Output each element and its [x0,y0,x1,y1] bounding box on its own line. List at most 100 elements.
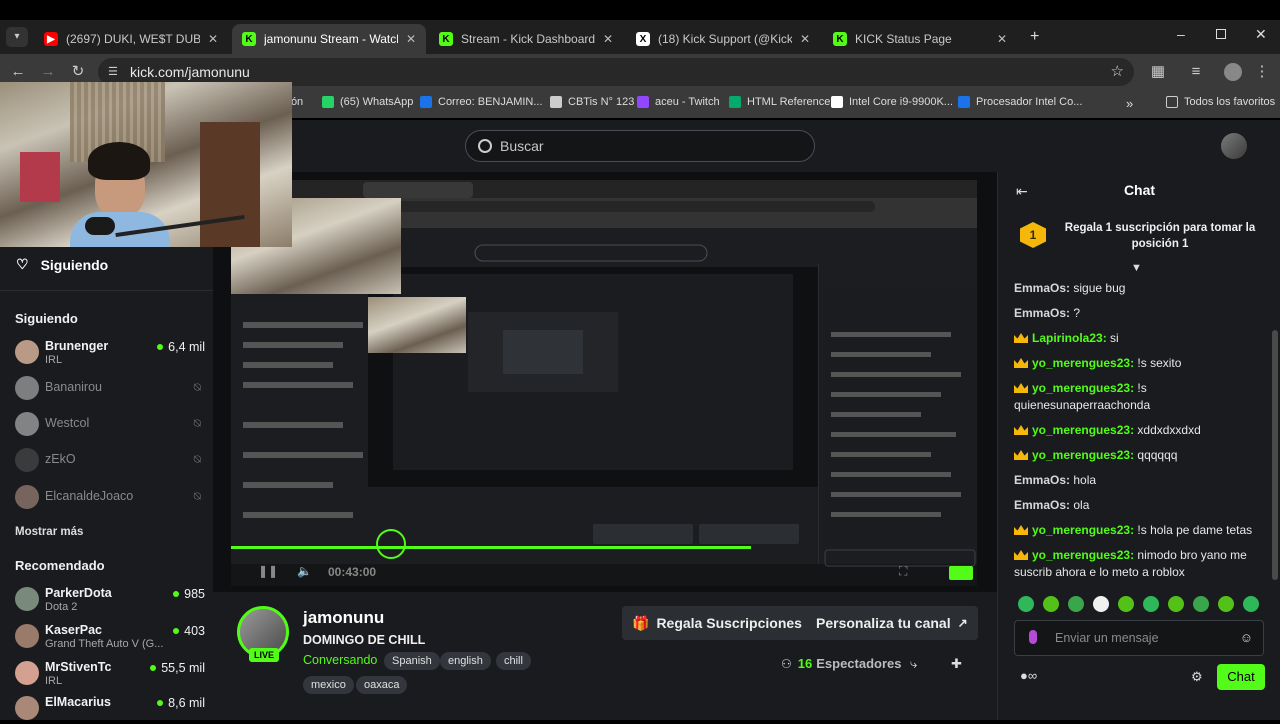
bookmark-star-icon[interactable]: ☆ [1111,62,1124,80]
video-player[interactable]: 00:43:00 ❚❚ 🔈 ⛶ [213,172,997,592]
sidebar-channel[interactable]: ElMacarius 8,6 mil [15,692,205,724]
chat-username[interactable]: yo_merengues23 [1032,381,1130,395]
emote-icon[interactable] [1143,596,1159,612]
points-icon[interactable]: ●∞ [1020,668,1037,683]
sidebar-channel[interactable]: Westcol ⍉ [15,408,205,440]
bookmark-item[interactable]: HTML Reference [729,96,830,108]
bookmark-item[interactable]: Correo: BENJAMIN... [420,96,543,108]
sidebar-channel[interactable]: Brunenger IRL 6,4 mil [15,336,205,368]
sidebar-channel[interactable]: Bananirou ⍉ [15,372,205,404]
chat-message[interactable]: EmmaOs: sigue bug [1014,280,1264,297]
tag-mexico[interactable]: mexico [303,676,354,694]
forward-icon[interactable]: → [38,62,58,82]
browser-tab[interactable]: ▶ (2697) DUKI, WE$T DUBAI ✕ [34,24,228,54]
close-tab-icon[interactable]: ✕ [603,32,613,46]
sidebar-channel[interactable]: KaserPac Grand Theft Auto V (G... 403 [15,620,205,652]
sidebar-channel[interactable]: ElcanaldeJoaco ⍉ [15,481,205,513]
emote-icon[interactable] [1193,596,1209,612]
pinned-expand-icon[interactable]: ▼ [1131,262,1142,274]
browser-tab[interactable]: Kjamonunu Stream - Watch Live ✕ [232,24,426,54]
chat-message[interactable]: yo_merengues23: xddxdxxdxd [1014,422,1264,439]
customize-channel-button[interactable]: Personaliza tu canal ↗ [806,606,978,640]
close-tab-icon[interactable]: ✕ [208,32,218,46]
emote-icon[interactable] [1243,596,1259,612]
media-icon[interactable]: ≡ [1186,62,1206,82]
chat-username[interactable]: yo_merengues23 [1032,523,1130,537]
browser-tab[interactable]: K Stream - Kick Dashboard ✕ [429,24,623,54]
reload-icon[interactable]: ↻ [68,62,88,82]
close-tab-icon[interactable]: ✕ [997,32,1007,46]
close-tab-icon[interactable]: ✕ [406,32,416,46]
all-favorites[interactable]: Todos los favoritos [1166,96,1275,108]
tab-search-icon[interactable]: ▾ [6,27,28,47]
browser-tab[interactable]: X (18) Kick Support (@KickSuppo ✕ [626,24,820,54]
emote-icon[interactable] [1093,596,1109,612]
sidebar-channel[interactable]: zEkO ⍉ [15,444,205,476]
chat-message[interactable]: yo_merengues23: !s sexito [1014,355,1264,372]
chat-username[interactable]: yo_merengues23 [1032,356,1130,370]
chat-username[interactable]: yo_merengues23 [1032,448,1130,462]
chat-message[interactable]: EmmaOs: hola [1014,472,1264,489]
chat-username[interactable]: yo_merengues23 [1032,548,1130,562]
emote-icon[interactable] [1218,596,1234,612]
chat-username[interactable]: EmmaOs [1014,306,1066,320]
microphone-icon[interactable] [1029,630,1037,644]
back-icon[interactable]: ← [8,62,28,82]
channel-name[interactable]: jamonunu [303,608,384,628]
bookmarks-overflow-icon[interactable]: » [1126,96,1133,111]
gift-prompt[interactable]: Regala 1 suscripción para tomar la posic… [1060,220,1260,252]
bookmark-item[interactable]: aceu - Twitch [637,96,720,108]
following-nav[interactable]: ♡ Siguiendo [16,256,108,273]
new-tab-icon[interactable]: + [1030,28,1039,46]
chat-send-button[interactable]: Chat [1217,664,1265,690]
minimize-icon[interactable]: – [1177,26,1185,42]
sidebar-channel[interactable]: ParkerDota Dota 2 985 [15,583,205,615]
chat-message[interactable]: EmmaOs: ? [1014,305,1264,322]
follow-icon[interactable]: ✚ [951,656,962,672]
show-more-link[interactable]: Mostrar más [15,526,83,538]
emoji-icon[interactable]: ☺ [1240,630,1253,645]
chat-message[interactable]: yo_merengues23: !s hola pe dame tetas [1014,522,1264,539]
browser-tab[interactable]: K KICK Status Page ✕ [823,24,1017,54]
stream-category[interactable]: Conversando [303,653,377,667]
chat-settings-icon[interactable]: ⚙ [1191,669,1203,685]
chat-message[interactable]: EmmaOs: ola [1014,497,1264,514]
chat-username[interactable]: Lapirinola23 [1032,331,1103,345]
volume-icon[interactable]: 🔈 [297,564,312,578]
profile-avatar-icon[interactable] [1224,63,1242,81]
emote-icon[interactable] [1118,596,1134,612]
restore-icon[interactable] [1216,29,1226,39]
chat-message[interactable]: Lapirinola23: si [1014,330,1264,347]
page-scrollbar[interactable] [1272,330,1278,580]
close-window-icon[interactable]: ✕ [1255,26,1267,43]
chat-message-input[interactable]: Enviar un mensaje ☺ [1014,620,1264,656]
chat-username[interactable]: EmmaOs [1014,281,1066,295]
emote-icon[interactable] [1068,596,1084,612]
sidebar-channel[interactable]: MrStivenTc IRL 55,5 mil [15,657,205,689]
tag-oaxaca[interactable]: oaxaca [356,676,408,694]
chat-message[interactable]: yo_merengues23: nimodo bro yano me suscr… [1014,547,1264,581]
tag-english[interactable]: english [440,652,491,670]
extensions-icon[interactable]: ▦ [1148,62,1168,82]
emote-icon[interactable] [1043,596,1059,612]
emote-icon[interactable] [1168,596,1184,612]
site-info-icon[interactable]: ☰ [108,65,118,78]
bookmark-item[interactable]: Intel Core i9-9900K... [831,96,953,108]
user-avatar[interactable] [1221,133,1247,159]
fullscreen-icon[interactable]: ⛶ [899,564,907,579]
bookmark-item[interactable]: (65) WhatsApp [322,96,413,108]
bookmark-item[interactable]: CBTis N° 123 [550,96,634,108]
share-icon[interactable]: ⤷ [910,656,917,672]
bookmark-item[interactable]: Procesador Intel Co... [958,96,1082,108]
tag-chill[interactable]: chill [496,652,531,670]
chat-username[interactable]: EmmaOs [1014,498,1066,512]
emote-icon[interactable] [1018,596,1034,612]
menu-icon[interactable]: ⋮ [1252,62,1272,82]
chat-username[interactable]: yo_merengues23 [1032,423,1130,437]
play-pause-icon[interactable]: ❚❚ [258,564,278,578]
tag-spanish[interactable]: Spanish [384,652,440,670]
chat-message[interactable]: yo_merengues23: qqqqqq [1014,447,1264,464]
chat-username[interactable]: EmmaOs [1014,473,1066,487]
chat-message[interactable]: yo_merengues23: !s quienesunaperraachond… [1014,380,1264,414]
gift-subs-button[interactable]: 🎁 Regala Suscripciones [622,606,812,640]
